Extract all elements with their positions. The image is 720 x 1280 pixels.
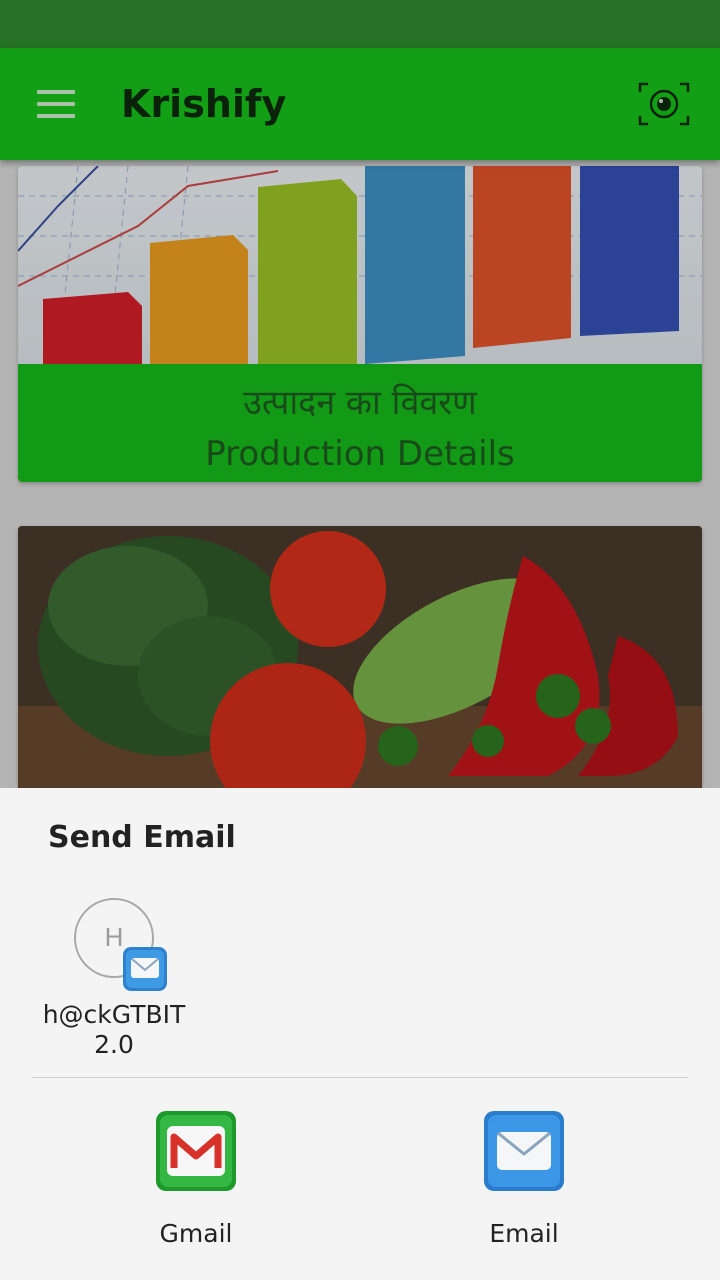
email-label: Email	[489, 1219, 559, 1248]
dim-overlay[interactable]	[0, 0, 720, 788]
contact-name: h@ckGTBIT 2.0	[42, 1000, 186, 1059]
contact-shortcut[interactable]: H h@ckGTBIT 2.0	[40, 898, 188, 1060]
email-badge-icon	[123, 947, 167, 991]
divider	[32, 1077, 688, 1078]
gmail-app-button[interactable]: Gmail	[96, 1110, 296, 1248]
avatar: H	[74, 898, 167, 991]
email-icon	[484, 1111, 564, 1191]
gmail-label: Gmail	[159, 1219, 233, 1248]
sheet-title: Send Email	[48, 820, 236, 855]
gmail-icon	[156, 1111, 236, 1191]
email-app-button[interactable]: Email	[424, 1110, 624, 1248]
share-sheet: Send Email H h@ckGTBIT 2.0 Gmail Email	[0, 788, 720, 1280]
